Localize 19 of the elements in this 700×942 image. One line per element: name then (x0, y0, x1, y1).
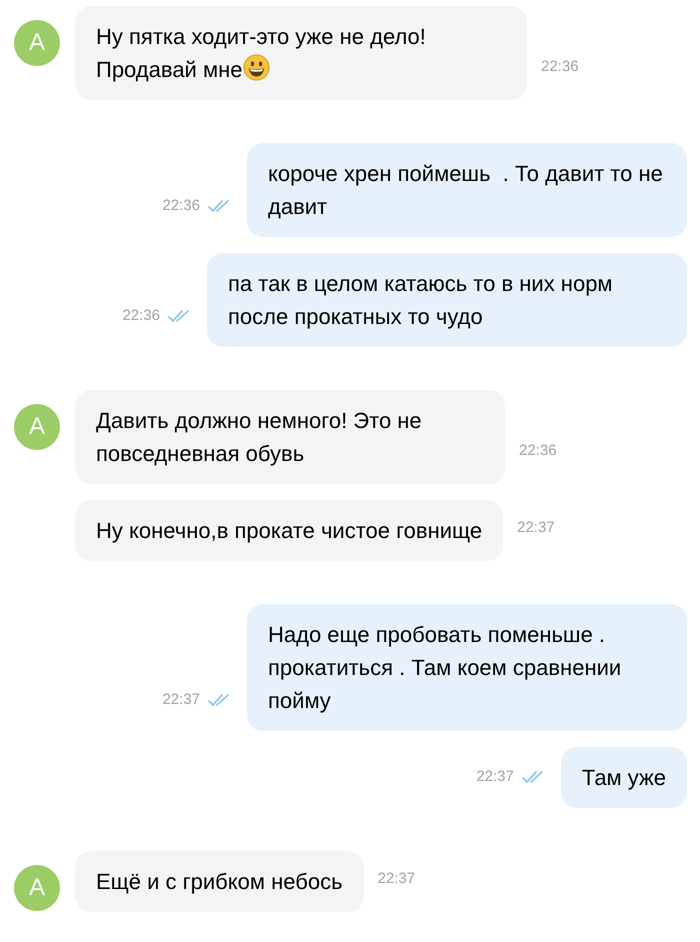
message-time: 22:36 (122, 306, 160, 326)
message-text: Давить должно немного! Это не повседневная обувь (96, 408, 423, 466)
message-text: Там уже (582, 765, 666, 790)
message-time: 22:36 (162, 196, 200, 216)
message-time: 22:37 (517, 518, 555, 538)
message-text: Ну пятка ходит-это уже не дело! Продавай мне (96, 24, 427, 82)
message-text: Надо еще пробовать поменьше . прокатиться . Там коем сравнении пойму (268, 622, 622, 713)
message-text: Ещё и с грибком небось (96, 869, 343, 894)
message-time: 22:36 (519, 440, 557, 460)
message-text: па так в целом катаюсь то в них норм после прокатных то чудо (228, 271, 614, 329)
message-time: 22:37 (378, 868, 416, 888)
message-time: 22:36 (541, 56, 579, 76)
message-text: короче хрен поймешь . То давит то не давит (268, 161, 664, 219)
avatar[interactable]: A (14, 865, 60, 911)
message-time: 22:37 (162, 690, 200, 710)
message-text: Ну конечно,в прокате чистое говнище (96, 518, 482, 543)
avatar[interactable]: A (14, 404, 60, 450)
avatar[interactable]: A (14, 20, 60, 66)
message-time: 22:37 (476, 766, 514, 786)
